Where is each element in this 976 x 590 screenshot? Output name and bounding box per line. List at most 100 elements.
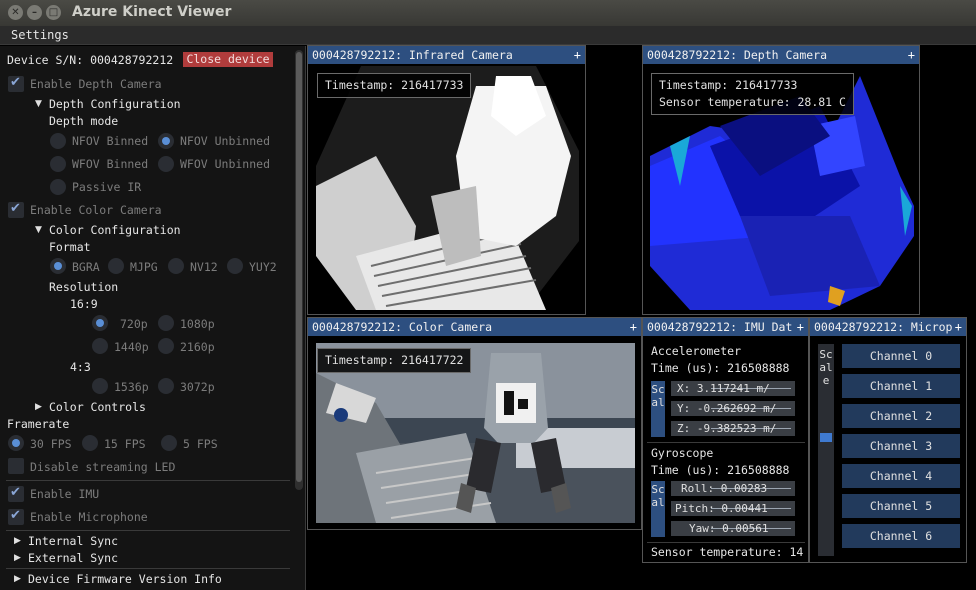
infrared-camera-title[interactable]: 000428792212: Infrared Camera + [308, 46, 585, 64]
color-controls-header[interactable]: Color Controls [49, 400, 146, 414]
gyro-yaw-bar: Yaw: 0.00561 [671, 521, 795, 536]
passive-ir-label: Passive IR [72, 180, 142, 194]
gyro-pitch-value: Pitch: 0.00441 [675, 502, 768, 515]
depth-mode-label: Depth mode [49, 114, 119, 128]
gyro-yaw-value: Yaw: 0.00561 [689, 522, 769, 535]
internal-sync-expand-icon[interactable]: ▶ [14, 536, 21, 546]
channel-1-meter: Channel 1 [842, 374, 960, 398]
depth-timestamp: Timestamp: 216417733 [659, 78, 798, 92]
divider [6, 480, 290, 481]
device-serial-label: Device S/N: 000428792212 [7, 53, 174, 67]
gyroscope-time: Time (us): 216508888 [651, 463, 790, 477]
fps30-radio[interactable] [8, 435, 24, 451]
accel-y-bar: Y: -0.262692 m/ [671, 401, 795, 416]
wfov-binned-label: WFOV Binned [72, 157, 149, 171]
ratio-16-9-label: 16:9 [70, 297, 98, 311]
imu-data-title[interactable]: 000428792212: IMU Dat + [643, 318, 808, 336]
depth-config-header[interactable]: Depth Configuration [49, 97, 181, 111]
mjpg-label: MJPG [130, 260, 158, 274]
3072p-label: 3072p [180, 380, 215, 394]
enable-mic-checkbox[interactable] [8, 508, 24, 525]
window-close-icon[interactable]: ✕ [8, 5, 23, 20]
panel-scrollbar-thumb[interactable] [296, 52, 302, 482]
accel-x-bar: X: 3.117241 m/ [671, 381, 795, 396]
fps5-radio[interactable] [161, 435, 177, 451]
window-maximize-icon[interactable]: □ [46, 5, 61, 20]
1536p-radio[interactable] [92, 378, 108, 394]
menu-bar: Settings [0, 26, 976, 45]
color-timestamp: Timestamp: 216417722 [317, 348, 472, 373]
wfov-binned-radio[interactable] [50, 156, 66, 172]
internal-sync-header[interactable]: Internal Sync [28, 534, 118, 548]
2160p-radio[interactable] [158, 338, 174, 354]
enable-color-checkbox[interactable] [8, 201, 24, 218]
color-camera-title[interactable]: 000428792212: Color Camera + [308, 318, 641, 336]
1440p-label: 1440p [114, 340, 149, 354]
accel-z-value: Z: -9.382523 m/ [677, 422, 777, 435]
nfov-unbinned-radio[interactable] [158, 133, 174, 149]
depth-camera-title-text: 000428792212: Depth Camera [647, 48, 828, 62]
enable-depth-checkbox[interactable] [8, 75, 24, 92]
imu-options-icon[interactable]: + [797, 318, 804, 336]
microphone-scale-slider[interactable]: Scale [818, 344, 834, 556]
1440p-radio[interactable] [92, 338, 108, 354]
3072p-radio[interactable] [158, 378, 174, 394]
microphone-scale-thumb[interactable] [820, 433, 832, 442]
yuy2-label: YUY2 [249, 260, 277, 274]
window-title-bar: ✕ – □ Azure Kinect Viewer [0, 0, 976, 26]
passive-ir-radio[interactable] [50, 179, 66, 195]
firmware-expand-icon[interactable]: ▶ [14, 574, 21, 584]
wfov-unbinned-radio[interactable] [158, 156, 174, 172]
nv12-label: NV12 [190, 260, 218, 274]
window-minimize-icon[interactable]: – [27, 5, 42, 20]
2160p-label: 2160p [180, 340, 215, 354]
microphone-window: 000428792212: Microp + Scale Channel 0 Ch… [809, 317, 967, 563]
color-config-expand-icon[interactable]: ▼ [35, 225, 42, 235]
nfov-binned-radio[interactable] [50, 133, 66, 149]
infrared-camera-window: 000428792212: Infrared Camera + Timestamp… [307, 45, 586, 315]
720p-label: 720p [120, 317, 148, 331]
depth-config-expand-icon[interactable]: ▼ [35, 99, 42, 109]
bgra-radio[interactable] [50, 258, 66, 274]
menu-settings[interactable]: Settings [11, 28, 69, 42]
enable-imu-label: Enable IMU [30, 487, 100, 501]
external-sync-header[interactable]: External Sync [28, 551, 118, 565]
infrared-camera-feed [316, 66, 579, 310]
microphone-title[interactable]: 000428792212: Microp + [810, 318, 966, 336]
enable-imu-checkbox[interactable] [8, 485, 24, 502]
accelerometer-scale-slider[interactable]: Scal [651, 381, 665, 437]
1080p-radio[interactable] [158, 315, 174, 331]
color-camera-options-icon[interactable]: + [630, 318, 637, 336]
infrared-camera-image [316, 66, 579, 310]
nv12-radio[interactable] [168, 258, 184, 274]
fps5-label: 5 FPS [183, 437, 218, 451]
resolution-label: Resolution [49, 280, 119, 294]
color-controls-expand-icon[interactable]: ▶ [35, 402, 42, 412]
mjpg-radio[interactable] [108, 258, 124, 274]
enable-mic-label: Enable Microphone [30, 510, 148, 524]
external-sync-expand-icon[interactable]: ▶ [14, 553, 21, 563]
channel-5-meter: Channel 5 [842, 494, 960, 518]
yuy2-radio[interactable] [227, 258, 243, 274]
depth-camera-options-icon[interactable]: + [908, 46, 915, 64]
infrared-camera-title-text: 000428792212: Infrared Camera [312, 48, 513, 62]
disable-led-label: Disable streaming LED [30, 460, 176, 474]
depth-camera-title[interactable]: 000428792212: Depth Camera + [643, 46, 919, 64]
nfov-binned-label: NFOV Binned [72, 134, 149, 148]
color-camera-title-text: 000428792212: Color Camera [312, 320, 493, 334]
divider [647, 542, 805, 543]
infrared-camera-options-icon[interactable]: + [574, 46, 581, 64]
accel-y-value: Y: -0.262692 m/ [677, 402, 777, 415]
fps15-label: 15 FPS [104, 437, 146, 451]
firmware-info-header[interactable]: Device Firmware Version Info [28, 572, 222, 586]
accel-x-value: X: 3.117241 m/ [677, 382, 770, 395]
close-device-button[interactable]: Close device [183, 52, 273, 67]
gyro-roll-bar: Roll: 0.00283 [671, 481, 795, 496]
disable-led-checkbox[interactable] [8, 458, 24, 474]
accel-z-bar: Z: -9.382523 m/ [671, 421, 795, 436]
gyroscope-scale-slider[interactable]: Scal [651, 481, 665, 537]
fps15-radio[interactable] [82, 435, 98, 451]
microphone-options-icon[interactable]: + [955, 318, 962, 336]
color-config-header[interactable]: Color Configuration [49, 223, 181, 237]
720p-radio[interactable] [92, 315, 108, 331]
